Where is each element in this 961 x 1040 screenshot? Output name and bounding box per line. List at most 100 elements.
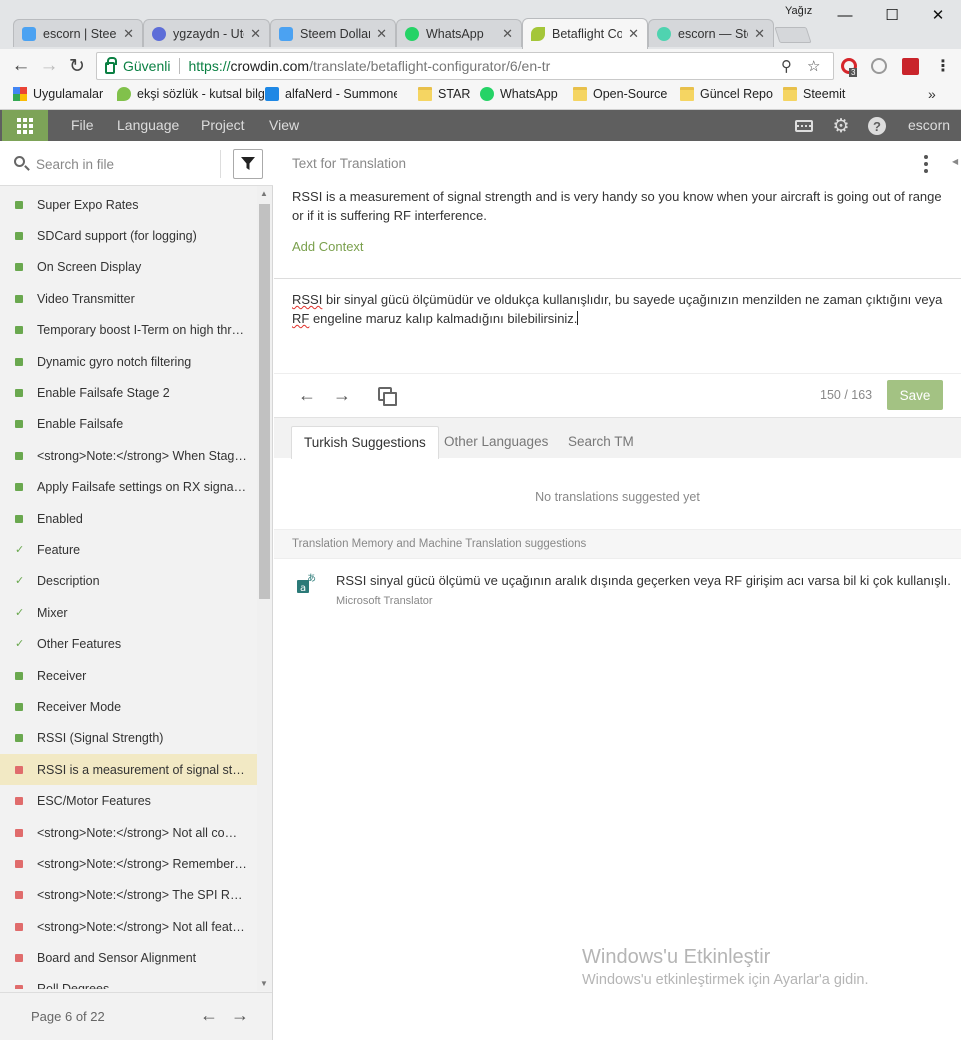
filter-icon bbox=[241, 157, 255, 170]
gear-icon[interactable]: ⚙ bbox=[831, 116, 851, 137]
back-arrow-icon[interactable]: ← bbox=[9, 54, 33, 78]
opera-extension-icon[interactable]: 3 bbox=[839, 56, 859, 77]
browser-tab[interactable]: WhatsApp ✕ bbox=[396, 19, 522, 47]
menu-file[interactable]: File bbox=[71, 117, 94, 133]
more-bookmarks-button[interactable]: » bbox=[928, 86, 936, 102]
mt-suggestion[interactable]: RSSI sinyal gücü ölçümü ve uçağının aral… bbox=[336, 573, 951, 588]
new-tab-button[interactable] bbox=[774, 27, 812, 43]
next-string-icon[interactable]: → bbox=[333, 385, 351, 406]
scroll-down-icon[interactable]: ▼ bbox=[260, 979, 268, 988]
close-tab-icon[interactable]: ✕ bbox=[754, 26, 765, 42]
forward-arrow-icon[interactable]: → bbox=[37, 54, 61, 78]
string-list-item[interactable]: Enable Failsafe Stage 2 bbox=[0, 377, 257, 408]
extension-icon[interactable] bbox=[900, 56, 920, 76]
menu-view[interactable]: View bbox=[269, 117, 299, 133]
string-list-item[interactable]: Enable Failsafe bbox=[0, 409, 257, 440]
save-button[interactable]: Save bbox=[887, 380, 943, 410]
string-list-item[interactable]: SDCard support (for logging) bbox=[0, 220, 257, 251]
browser-tab-active[interactable]: Betaflight Configurator ✕ bbox=[522, 18, 648, 49]
string-list-item[interactable]: <strong>Note:</strong> When Stage 2 is bbox=[0, 440, 257, 471]
string-list-item[interactable]: <strong>Note:</strong> Remember to confi… bbox=[0, 848, 257, 879]
bookmark-label: Uygulamalar bbox=[33, 87, 104, 101]
chrome-menu-icon[interactable]: ⋮ bbox=[933, 56, 953, 76]
folder-icon bbox=[573, 87, 587, 101]
wordpress-icon[interactable] bbox=[869, 56, 889, 76]
tab-other-languages[interactable]: Other Languages bbox=[432, 426, 560, 459]
bookmark-apps[interactable]: Uygulamalar bbox=[13, 87, 103, 101]
string-list-item[interactable]: Board and Sensor Alignment bbox=[0, 942, 257, 973]
close-tab-icon[interactable]: ✕ bbox=[250, 26, 261, 42]
help-icon[interactable]: ? bbox=[867, 116, 887, 136]
keyboard-icon[interactable] bbox=[794, 116, 814, 136]
string-list-item[interactable]: ✓ Mixer bbox=[0, 597, 257, 628]
bookmark-star-icon[interactable]: ☆ bbox=[807, 57, 820, 75]
string-list-item[interactable]: ✓ Feature bbox=[0, 534, 257, 565]
search-input[interactable] bbox=[36, 153, 211, 175]
sidebar-scrollbar[interactable]: ▲ ▼ bbox=[257, 186, 272, 991]
menu-language[interactable]: Language bbox=[117, 117, 179, 133]
copy-source-icon[interactable] bbox=[378, 387, 397, 406]
string-list-item[interactable]: RSSI (Signal Strength) bbox=[0, 723, 257, 754]
apps-grid-icon[interactable] bbox=[2, 110, 48, 141]
string-list-item[interactable]: ESC/Motor Features bbox=[0, 785, 257, 816]
string-list-item[interactable]: <strong>Note:</strong> Not all combinati… bbox=[0, 817, 257, 848]
browser-tab[interactable]: escorn | Steemit ✕ bbox=[13, 19, 143, 47]
zoom-icon[interactable]: ⚲ bbox=[781, 57, 792, 75]
checkmark-icon: ✓ bbox=[15, 575, 25, 588]
tab-turkish-suggestions[interactable]: Turkish Suggestions bbox=[291, 426, 439, 459]
bookmark-folder-open-source[interactable]: Open-Source bbox=[573, 87, 667, 101]
close-tab-icon[interactable]: ✕ bbox=[502, 26, 513, 42]
close-window-button[interactable]: ✕ bbox=[915, 4, 961, 26]
string-list-item[interactable]: Receiver bbox=[0, 660, 257, 691]
string-list-item[interactable]: ✓ Description bbox=[0, 566, 257, 597]
string-list-item[interactable]: RSSI is a measurement of signal strength bbox=[0, 754, 257, 786]
bookmark-label: Steemit bbox=[803, 87, 846, 101]
bookmark-alfanerd[interactable]: alfaNerd - Summoner bbox=[265, 87, 397, 101]
string-list-item[interactable]: <strong>Note:</strong> Not all features bbox=[0, 911, 257, 942]
minimize-button[interactable]: — bbox=[822, 4, 868, 26]
status-indicator bbox=[15, 954, 23, 963]
string-list-item[interactable]: Video Transmitter bbox=[0, 283, 257, 314]
string-list-item[interactable]: Super Expo Rates bbox=[0, 189, 257, 220]
prev-page-icon[interactable]: ← bbox=[200, 1005, 218, 1026]
more-options-icon[interactable] bbox=[924, 155, 928, 173]
string-list-item[interactable]: Roll Degrees bbox=[0, 974, 257, 989]
address-bar[interactable]: Güvenli https:// crowdin.com /translate/… bbox=[96, 52, 834, 80]
tab-search-tm[interactable]: Search TM bbox=[556, 426, 646, 459]
collapse-panel-icon[interactable]: ◀ bbox=[952, 157, 958, 166]
translation-textarea[interactable]: RSSI bir sinyal gücü ölçümüdür ve oldukç… bbox=[292, 290, 952, 328]
user-menu[interactable]: escorn bbox=[908, 117, 950, 133]
bookmark-folder-star[interactable]: STAR bbox=[418, 87, 470, 101]
browser-tab[interactable]: escorn — Steemit ✕ bbox=[648, 19, 774, 47]
string-list-item[interactable]: ✓ Other Features bbox=[0, 628, 257, 659]
bookmark-folder-guncel-repo[interactable]: Güncel Repo bbox=[680, 87, 773, 101]
maximize-button[interactable]: ☐ bbox=[869, 4, 915, 26]
scroll-thumb[interactable] bbox=[259, 204, 270, 599]
close-tab-icon[interactable]: ✕ bbox=[628, 26, 639, 42]
close-tab-icon[interactable]: ✕ bbox=[376, 26, 387, 42]
next-page-icon[interactable]: → bbox=[231, 1005, 249, 1026]
browser-tab[interactable]: ygzaydn - Utopian ✕ bbox=[143, 19, 270, 47]
string-list-item[interactable]: Enabled bbox=[0, 503, 257, 534]
menu-project[interactable]: Project bbox=[201, 117, 245, 133]
close-tab-icon[interactable]: ✕ bbox=[123, 26, 134, 42]
steemit-icon bbox=[279, 26, 293, 41]
string-list-item[interactable]: <strong>Note:</strong> The SPI RX provid… bbox=[0, 880, 257, 911]
string-list-item[interactable]: Apply Failsafe settings on RX signal los… bbox=[0, 472, 257, 503]
previous-string-icon[interactable]: ← bbox=[298, 385, 316, 406]
string-list-item-label: Video Transmitter bbox=[37, 291, 135, 306]
add-context-link[interactable]: Add Context bbox=[292, 239, 364, 254]
browser-tab[interactable]: Steem Dollars ✕ bbox=[270, 19, 396, 47]
string-list-item[interactable]: Temporary boost I-Term on high throttle … bbox=[0, 315, 257, 346]
filter-button[interactable] bbox=[233, 149, 263, 179]
bookmark-eksi[interactable]: ekşi sözlük - kutsal bilgi bbox=[117, 87, 265, 101]
scroll-up-icon[interactable]: ▲ bbox=[260, 189, 268, 198]
divider bbox=[274, 373, 961, 374]
string-list-item[interactable]: On Screen Display bbox=[0, 252, 257, 283]
string-list-item[interactable]: Receiver Mode bbox=[0, 691, 257, 722]
bookmark-whatsapp[interactable]: WhatsApp bbox=[480, 87, 558, 101]
profile-name[interactable]: Yağız bbox=[785, 5, 812, 17]
reload-icon[interactable]: ↻ bbox=[65, 54, 89, 78]
string-list-item[interactable]: Dynamic gyro notch filtering bbox=[0, 346, 257, 377]
bookmark-folder-steemit[interactable]: Steemit bbox=[783, 87, 845, 101]
